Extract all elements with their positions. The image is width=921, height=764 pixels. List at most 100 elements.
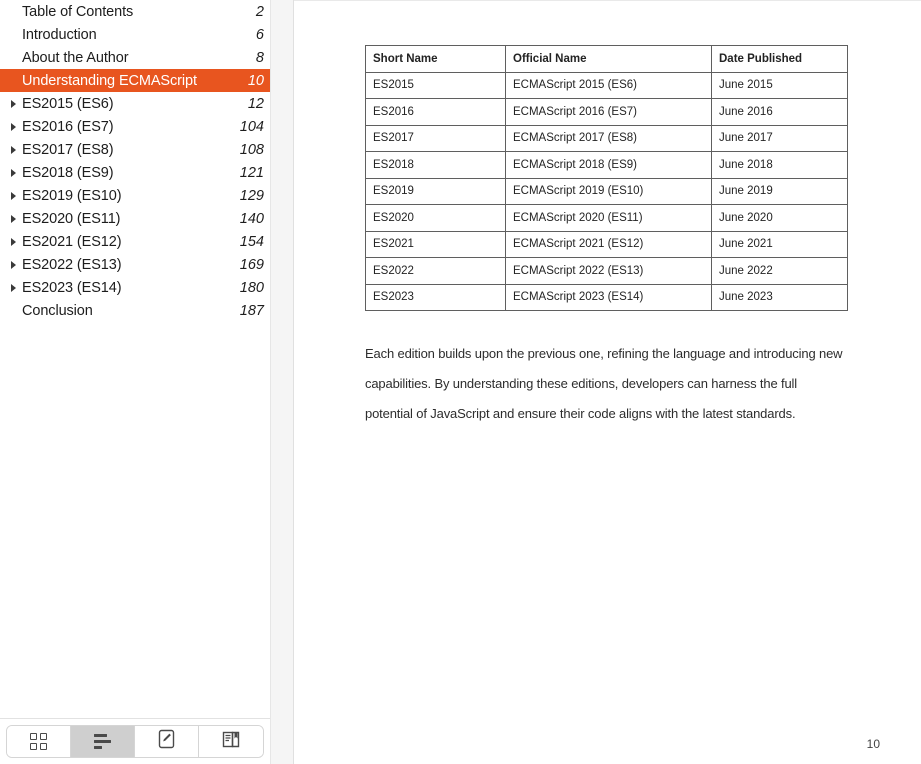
chevron-right-icon[interactable] <box>4 283 22 292</box>
table-cell: ECMAScript 2023 (ES14) <box>505 283 712 311</box>
chevron-right-icon[interactable] <box>4 214 22 223</box>
chevron-right-icon[interactable] <box>4 145 22 154</box>
table-column-header: Official Name <box>505 45 712 73</box>
toc-item-page-number: 121 <box>239 164 264 181</box>
table-body: ES2015 ECMAScript 2015 (ES6) June 2015 ES20… <box>365 71 848 311</box>
table-cell: ES2018 <box>365 151 506 179</box>
toc-item-label: Understanding ECMAScript <box>22 72 197 89</box>
outline-list-icon <box>94 734 111 749</box>
table-cell: June 2016 <box>711 98 848 126</box>
table-of-contents-list[interactable]: Table of Contents 2 Introduction 6 About the… <box>0 0 270 718</box>
toc-item-label: ES2022 (ES13) <box>22 256 122 273</box>
toc-item-page-number: 8 <box>255 49 264 66</box>
table-cell: June 2022 <box>711 257 848 285</box>
table-row: ES2017 ECMAScript 2017 (ES8) June 2017 <box>365 124 848 152</box>
sidebar-panel: Table of Contents 2 Introduction 6 About the… <box>0 0 270 764</box>
chevron-right-icon[interactable] <box>4 168 22 177</box>
table-column-header: Short Name <box>365 45 506 73</box>
table-cell: ES2021 <box>365 230 506 258</box>
sidebar-bottom-toolbar <box>0 718 270 764</box>
chevron-right-icon[interactable] <box>4 122 22 131</box>
table-cell: June 2019 <box>711 177 848 205</box>
toc-item-label: Conclusion <box>22 302 93 319</box>
table-cell: June 2020 <box>711 204 848 232</box>
annotate-pencil-icon <box>157 728 176 755</box>
table-cell: ECMAScript 2015 (ES6) <box>505 71 712 99</box>
table-cell: ECMAScript 2017 (ES8) <box>505 124 712 152</box>
toc-item[interactable]: About the Author 8 <box>0 46 270 69</box>
table-cell: ECMAScript 2016 (ES7) <box>505 98 712 126</box>
table-cell: ECMAScript 2022 (ES13) <box>505 257 712 285</box>
toc-item[interactable]: ES2018 (ES9) 121 <box>0 161 270 184</box>
toc-item-page-number: 12 <box>247 95 264 112</box>
table-cell: ES2015 <box>365 71 506 99</box>
toc-item-page-number: 2 <box>255 3 264 20</box>
document-page: Short Name Official Name Date Published ES… <box>294 1 921 764</box>
toc-item[interactable]: ES2022 (ES13) 169 <box>0 253 270 276</box>
table-row: ES2019 ECMAScript 2019 (ES10) June 2019 <box>365 177 848 205</box>
table-cell: ES2020 <box>365 204 506 232</box>
bookmark-book-icon <box>221 729 242 755</box>
toc-item-label: ES2020 (ES11) <box>22 210 121 227</box>
toc-item[interactable]: Introduction 6 <box>0 23 270 46</box>
table-cell: ES2022 <box>365 257 506 285</box>
toc-item-label: ES2017 (ES8) <box>22 141 114 158</box>
toc-item-label: Table of Contents <box>22 3 134 20</box>
pdf-reader-window: Table of Contents 2 Introduction 6 About the… <box>0 0 921 764</box>
bookmarks-view-button[interactable] <box>199 726 263 757</box>
toc-item-page-number: 180 <box>239 279 264 296</box>
chevron-right-icon[interactable] <box>4 237 22 246</box>
chevron-right-icon[interactable] <box>4 260 22 269</box>
thumbnails-grid-icon <box>30 733 47 750</box>
chevron-right-icon[interactable] <box>4 99 22 108</box>
toc-item[interactable]: ES2020 (ES11) 140 <box>0 207 270 230</box>
toc-item-page-number: 140 <box>239 210 264 227</box>
table-row: ES2015 ECMAScript 2015 (ES6) June 2015 <box>365 71 848 99</box>
table-row: ES2021 ECMAScript 2021 (ES12) June 2021 <box>365 230 848 258</box>
page-number-label: 10 <box>866 737 880 751</box>
table-row: ES2022 ECMAScript 2022 (ES13) June 2022 <box>365 257 848 285</box>
table-cell: June 2023 <box>711 283 848 311</box>
chevron-right-icon[interactable] <box>4 191 22 200</box>
toc-item[interactable]: ES2019 (ES10) 129 <box>0 184 270 207</box>
table-cell: June 2015 <box>711 71 848 99</box>
table-cell: ECMAScript 2019 (ES10) <box>505 177 712 205</box>
toc-item-label: ES2019 (ES10) <box>22 187 122 204</box>
table-cell: June 2017 <box>711 124 848 152</box>
toc-item[interactable]: ES2023 (ES14) 180 <box>0 276 270 299</box>
ecmascript-editions-table: Short Name Official Name Date Published ES… <box>365 45 848 311</box>
toc-item-page-number: 10 <box>247 72 264 89</box>
table-header: Short Name Official Name Date Published <box>365 45 848 73</box>
table-cell: ES2017 <box>365 124 506 152</box>
view-mode-segmented-control[interactable] <box>6 725 264 758</box>
toc-item-label: ES2023 (ES14) <box>22 279 122 296</box>
table-column-header: Date Published <box>711 45 848 73</box>
toc-item[interactable]: ES2021 (ES12) 154 <box>0 230 270 253</box>
toc-item[interactable]: Table of Contents 2 <box>0 0 270 23</box>
table-cell: ES2016 <box>365 98 506 126</box>
toc-item-page-number: 154 <box>239 233 264 250</box>
toc-item-page-number: 169 <box>239 256 264 273</box>
thumbnails-view-button[interactable] <box>7 726 71 757</box>
toc-item-page-number: 187 <box>239 302 264 319</box>
toc-item-page-number: 6 <box>255 26 264 43</box>
toc-item-label: ES2018 (ES9) <box>22 164 114 181</box>
table-cell: ES2023 <box>365 283 506 311</box>
table-cell: June 2021 <box>711 230 848 258</box>
panel-splitter[interactable] <box>270 0 294 764</box>
annotations-view-button[interactable] <box>135 726 199 757</box>
toc-item[interactable]: Conclusion 187 <box>0 299 270 322</box>
document-viewer[interactable]: Short Name Official Name Date Published ES… <box>294 0 921 764</box>
table-cell: June 2018 <box>711 151 848 179</box>
outline-view-button[interactable] <box>71 726 135 757</box>
toc-item-page-number: 104 <box>239 118 264 135</box>
toc-item[interactable]: ES2015 (ES6) 12 <box>0 92 270 115</box>
toc-item[interactable]: ES2016 (ES7) 104 <box>0 115 270 138</box>
toc-item[interactable]: ES2017 (ES8) 108 <box>0 138 270 161</box>
table-row: ES2016 ECMAScript 2016 (ES7) June 2016 <box>365 98 848 126</box>
toc-item[interactable]: Understanding ECMAScript 10 <box>0 69 270 92</box>
table-row: ES2018 ECMAScript 2018 (ES9) June 2018 <box>365 151 848 179</box>
toc-item-page-number: 108 <box>239 141 264 158</box>
toc-item-label: ES2021 (ES12) <box>22 233 122 250</box>
table-cell: ECMAScript 2020 (ES11) <box>505 204 712 232</box>
